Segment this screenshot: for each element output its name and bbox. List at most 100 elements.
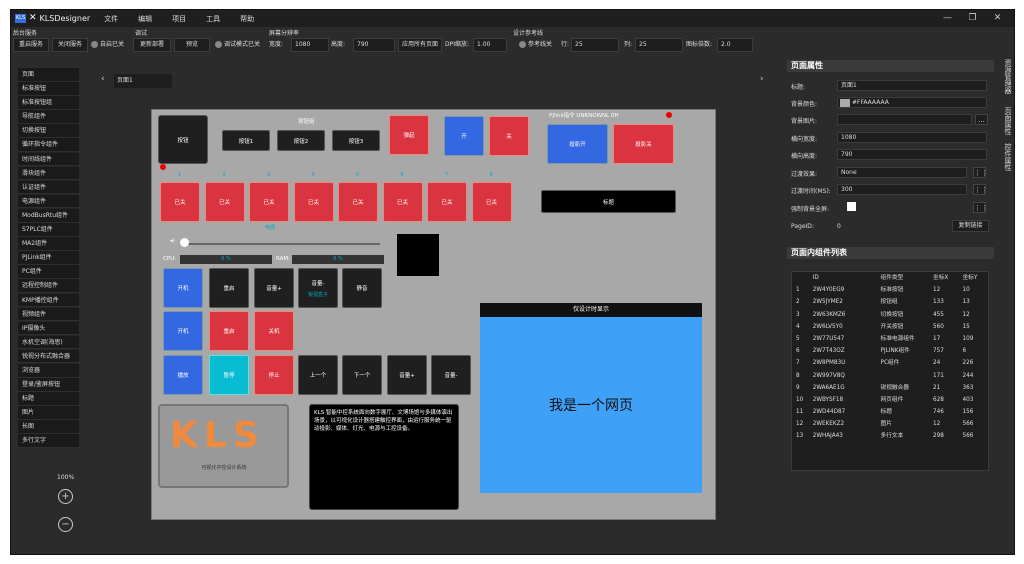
minimize-button[interactable]: — bbox=[935, 10, 960, 27]
switch-off-button[interactable]: 关 bbox=[489, 116, 529, 156]
power-channel-button[interactable]: 已关 bbox=[338, 182, 378, 222]
table-row[interactable]: 6 2W7T43OZ PJLINK组件 757 6 bbox=[792, 345, 988, 357]
sidebar-item[interactable]: 登录/鉴屏按钮 bbox=[18, 378, 79, 392]
media-pause-button[interactable]: 暂停 bbox=[209, 355, 249, 395]
tab-next-icon[interactable]: › bbox=[760, 74, 764, 84]
table-row[interactable]: 5 2W77U547 标准电源组件 17 109 bbox=[792, 333, 988, 345]
media-prev-button[interactable]: 上一个 bbox=[298, 355, 338, 395]
slider-track[interactable] bbox=[182, 243, 380, 245]
media-volume-up-button[interactable]: 音量+ bbox=[387, 355, 427, 395]
media-stop-button[interactable]: 停止 bbox=[254, 355, 294, 395]
title-prop-input[interactable]: 页面1 bbox=[837, 80, 987, 91]
tab-page1[interactable]: 页面1 bbox=[114, 74, 172, 88]
rows-input[interactable]: 25 bbox=[571, 38, 619, 52]
magnet-input[interactable]: 2.0 bbox=[717, 38, 753, 52]
pc2-restart-button[interactable]: 重启 bbox=[209, 311, 249, 351]
group-button-2[interactable]: 按钮2 bbox=[277, 130, 325, 151]
fullscreen-checkbox[interactable] bbox=[847, 202, 856, 211]
sidebar-item[interactable]: PC组件 bbox=[18, 265, 79, 279]
sidebar-item[interactable]: S7PLC组件 bbox=[18, 223, 79, 237]
table-row[interactable]: 8 2W997V8Q 171 244 bbox=[792, 370, 988, 382]
sidebar-item[interactable]: 锐视分布式融合器 bbox=[18, 349, 79, 364]
debug-mode-toggle[interactable]: 调试模式已关 bbox=[215, 38, 260, 52]
table-row[interactable]: 10 2WBYSF18 网页组件 628 403 bbox=[792, 394, 988, 406]
table-row[interactable]: 11 2WD44D87 标题 746 156 bbox=[792, 406, 988, 418]
table-row[interactable]: 3 2W63KMZ6 切换按钮 455 12 bbox=[792, 309, 988, 321]
dpi-input[interactable]: 1.00 bbox=[473, 38, 507, 52]
single-button[interactable]: 按钮 bbox=[158, 115, 208, 164]
slider-handle[interactable] bbox=[180, 238, 189, 247]
pc-restart-button[interactable]: 重启 bbox=[209, 268, 249, 308]
table-row[interactable]: 1 2W4Y0EG9 标准按钮 12 10 bbox=[792, 284, 988, 296]
preview-button[interactable]: 预览 bbox=[174, 38, 210, 52]
bgimage-prop-input[interactable] bbox=[837, 114, 972, 125]
sidebar-item[interactable]: PJLink组件 bbox=[18, 251, 79, 265]
sidebar-item[interactable]: 标准按钮 bbox=[18, 82, 79, 96]
table-row[interactable]: 13 2WHAJA43 多行文本 298 566 bbox=[792, 430, 988, 442]
table-row[interactable]: 7 2W8PM83U PC组件 24 226 bbox=[792, 357, 988, 369]
multiline-text[interactable]: KLS 智能中控系统面向数字展厅、文博场馆与多媒体演出场景，以可视化设计器搭建触… bbox=[309, 404, 459, 510]
menu-project[interactable]: 项目 bbox=[172, 14, 186, 24]
close-button[interactable]: ✕ bbox=[985, 10, 1010, 27]
menu-tools[interactable]: 工具 bbox=[206, 14, 220, 24]
sidebar-item[interactable]: 导航组件 bbox=[18, 110, 79, 124]
projector-off-button[interactable]: 投影关 bbox=[613, 124, 674, 164]
sidebar-item[interactable]: 滑块组件 bbox=[18, 166, 79, 181]
tab-prev-icon[interactable]: ‹ bbox=[101, 74, 105, 84]
switch-on-button[interactable]: 开 bbox=[444, 116, 484, 156]
sidebar-item[interactable]: IP摄像头 bbox=[18, 321, 79, 336]
pc2-shutdown-button[interactable]: 关机 bbox=[254, 311, 294, 351]
bgcolor-prop-input[interactable]: #FFAAAAAA bbox=[837, 97, 987, 108]
sidebar-item[interactable]: KMP播控组件 bbox=[18, 293, 79, 308]
stop-service-button[interactable]: 关闭服务 bbox=[52, 38, 88, 52]
width-prop-input[interactable]: 1080 bbox=[837, 132, 987, 143]
menu-file[interactable]: 文件 bbox=[104, 14, 118, 24]
sidebar-item[interactable]: 标题 bbox=[18, 392, 79, 406]
table-row[interactable]: 2 2W5JYME2 按钮组 133 13 bbox=[792, 296, 988, 308]
power-channel-button[interactable]: 已关 bbox=[160, 182, 200, 222]
sidebar-item[interactable]: 标准按钮组 bbox=[18, 96, 79, 110]
power-channel-button[interactable]: 已关 bbox=[204, 182, 245, 222]
update-deploy-button[interactable]: 更新部署 bbox=[133, 38, 171, 52]
browser-component[interactable]: 我是一个网页 bbox=[480, 317, 702, 493]
copy-link-button[interactable]: 复制链接 bbox=[952, 220, 989, 232]
sidebar-item[interactable]: 时间线组件 bbox=[18, 152, 79, 167]
zoom-in-icon[interactable]: + bbox=[58, 489, 73, 504]
sidebar-item[interactable]: 页面 bbox=[18, 68, 79, 82]
media-play-button[interactable]: 播放 bbox=[163, 355, 203, 395]
height-input[interactable]: 790 bbox=[353, 38, 395, 52]
group-button-1[interactable]: 按钮1 bbox=[222, 130, 270, 151]
apply-all-pages-button[interactable]: 应用所有页面 bbox=[398, 38, 442, 52]
pc-volume-up-button[interactable]: 音量+ bbox=[254, 268, 294, 308]
title-component[interactable]: 标题 bbox=[541, 190, 676, 213]
group-button-3[interactable]: 按钮3 bbox=[332, 130, 380, 151]
sidebar-item[interactable]: 多行文字 bbox=[18, 434, 79, 449]
restart-service-button[interactable]: 重启服务 bbox=[13, 38, 49, 52]
popup-toggle-button[interactable]: 弹起 bbox=[389, 115, 429, 155]
vtab-control-props[interactable]: 控件属性 bbox=[999, 143, 1013, 171]
sidebar-item[interactable]: 水机空调(海思) bbox=[18, 335, 79, 350]
duration-prop-input[interactable]: 300 bbox=[837, 184, 967, 195]
sidebar-item[interactable]: 电源组件 bbox=[18, 194, 79, 209]
restore-button[interactable]: ❐ bbox=[960, 10, 985, 27]
sidebar-item[interactable]: ModBusRtu组件 bbox=[18, 208, 79, 223]
sidebar-item[interactable]: 浏览器 bbox=[18, 363, 79, 378]
cols-input[interactable]: 25 bbox=[635, 38, 683, 52]
pc-mute-button[interactable]: 静音 bbox=[342, 268, 382, 308]
power-channel-button[interactable]: 已关 bbox=[293, 182, 334, 222]
auto-start-toggle[interactable]: 自启已关 bbox=[91, 38, 124, 52]
power-channel-button[interactable]: 已关 bbox=[382, 182, 423, 222]
height-prop-input[interactable]: 790 bbox=[837, 149, 987, 160]
duration-grid-icon[interactable]: ⋮⋮ bbox=[973, 184, 988, 195]
design-canvas[interactable]: 按钮 按钮组 按钮1 按钮2 按钮3 弹起 开 关 PJlink指令 UNKNO… bbox=[151, 109, 716, 520]
sidebar-item[interactable]: 认证组件 bbox=[18, 180, 79, 195]
pc-volume-down-button[interactable]: 音量- 锐视盒子 bbox=[298, 268, 338, 308]
vtab-page-props[interactable]: 页面属性 bbox=[999, 107, 1013, 135]
table-row[interactable]: ID 组件类型 坐标X 坐标Y bbox=[792, 272, 988, 284]
media-next-button[interactable]: 下一个 bbox=[342, 355, 382, 395]
menu-help[interactable]: 帮助 bbox=[240, 14, 254, 24]
pc2-power-on-button[interactable]: 开机 bbox=[163, 311, 203, 351]
browse-image-button[interactable]: ... bbox=[975, 114, 988, 125]
projector-on-button[interactable]: 投影开 bbox=[547, 124, 608, 164]
effect-prop-select[interactable]: None bbox=[837, 167, 967, 178]
